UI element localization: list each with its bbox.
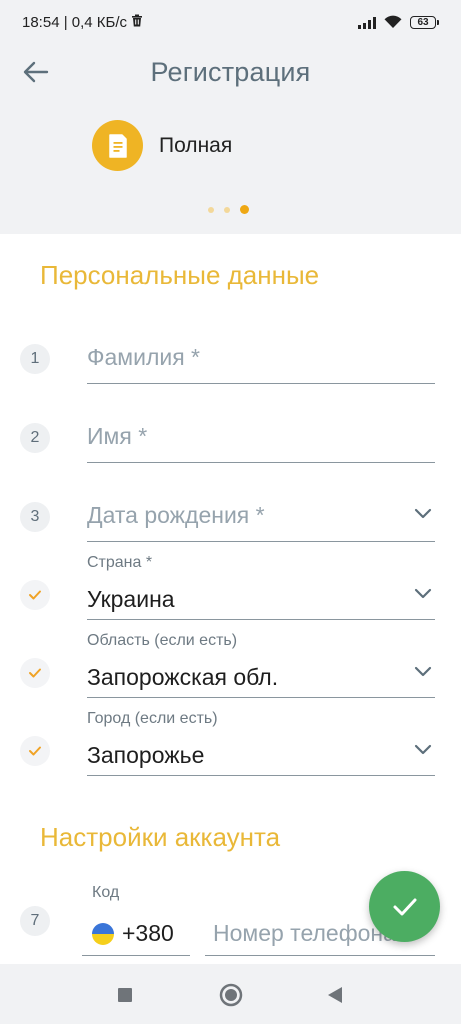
system-navigation-bar: [0, 964, 461, 1024]
region-select[interactable]: Запорожская обл.: [87, 656, 435, 698]
ukraine-flag-icon: [92, 922, 114, 945]
step-number-7: 7: [20, 906, 50, 936]
region-value: Запорожская обл.: [87, 664, 279, 690]
page-dot-active: [240, 205, 249, 214]
check-icon-city: [20, 736, 50, 766]
name-field[interactable]: Имя *: [87, 417, 435, 463]
page-indicator: [208, 205, 249, 214]
country-label: Страна *: [87, 554, 153, 571]
city-value: Запорожье: [87, 742, 205, 768]
status-left: 18:54 | 0,4 КБ/с: [22, 14, 143, 31]
code-label: Код: [92, 884, 120, 901]
city-select[interactable]: Запорожье: [87, 734, 435, 776]
country-select[interactable]: Украина: [87, 578, 435, 620]
surname-field[interactable]: Фамилия *: [87, 338, 435, 384]
check-icon: [393, 898, 416, 915]
header: Регистрация Полная: [0, 44, 461, 234]
recents-button[interactable]: [112, 982, 138, 1008]
step-number-3: 3: [20, 502, 50, 532]
phone-placeholder: Номер телефона: [213, 920, 396, 946]
country-value: Украина: [87, 586, 175, 612]
chevron-down-icon: [414, 588, 432, 599]
section-title-personal: Персональные данные: [40, 260, 320, 290]
trash-icon: [131, 14, 143, 31]
city-label: Город (если есть): [87, 710, 218, 727]
birthdate-placeholder: Дата рождения *: [87, 502, 265, 528]
country-code-value: +380: [122, 920, 174, 946]
status-bar: 18:54 | 0,4 КБ/с 63: [0, 0, 461, 44]
birthdate-select[interactable]: Дата рождения *: [87, 496, 435, 542]
step-number-1: 1: [20, 344, 50, 374]
status-right: 63: [358, 15, 439, 29]
check-icon-country: [20, 580, 50, 610]
name-placeholder: Имя *: [87, 423, 148, 449]
page-title: Регистрация: [150, 57, 311, 87]
document-icon: [92, 120, 143, 171]
chevron-down-icon: [414, 508, 432, 519]
signal-icon: [358, 16, 376, 29]
status-time: 18:54 | 0,4 КБ/с: [22, 13, 128, 31]
square-nav-icon: [118, 988, 132, 1002]
triangle-back-nav-icon: [328, 987, 342, 1003]
surname-placeholder: Фамилия *: [87, 344, 201, 370]
check-icon-region: [20, 658, 50, 688]
page-dot: [208, 206, 214, 213]
battery-level: 63: [410, 15, 436, 29]
chevron-down-icon: [414, 744, 432, 755]
circle-nav-icon: [219, 983, 243, 1007]
form-content: Персональные данные 1 Фамилия * 2 Имя * …: [0, 234, 461, 964]
registration-type-selector[interactable]: Полная: [92, 120, 232, 171]
country-code-select[interactable]: +380: [82, 912, 190, 956]
chevron-down-icon: [414, 666, 432, 677]
back-nav-button[interactable]: [322, 982, 348, 1008]
page-dot: [224, 206, 230, 213]
section-title-account: Настройки аккаунта: [40, 822, 281, 852]
step-number-2: 2: [20, 423, 50, 453]
home-button[interactable]: [218, 982, 244, 1008]
wifi-icon: [384, 15, 402, 28]
region-label: Область (если есть): [87, 632, 238, 649]
battery-icon: 63: [410, 15, 439, 29]
submit-fab-button[interactable]: [369, 871, 440, 942]
registration-type-label: Полная: [159, 133, 233, 157]
